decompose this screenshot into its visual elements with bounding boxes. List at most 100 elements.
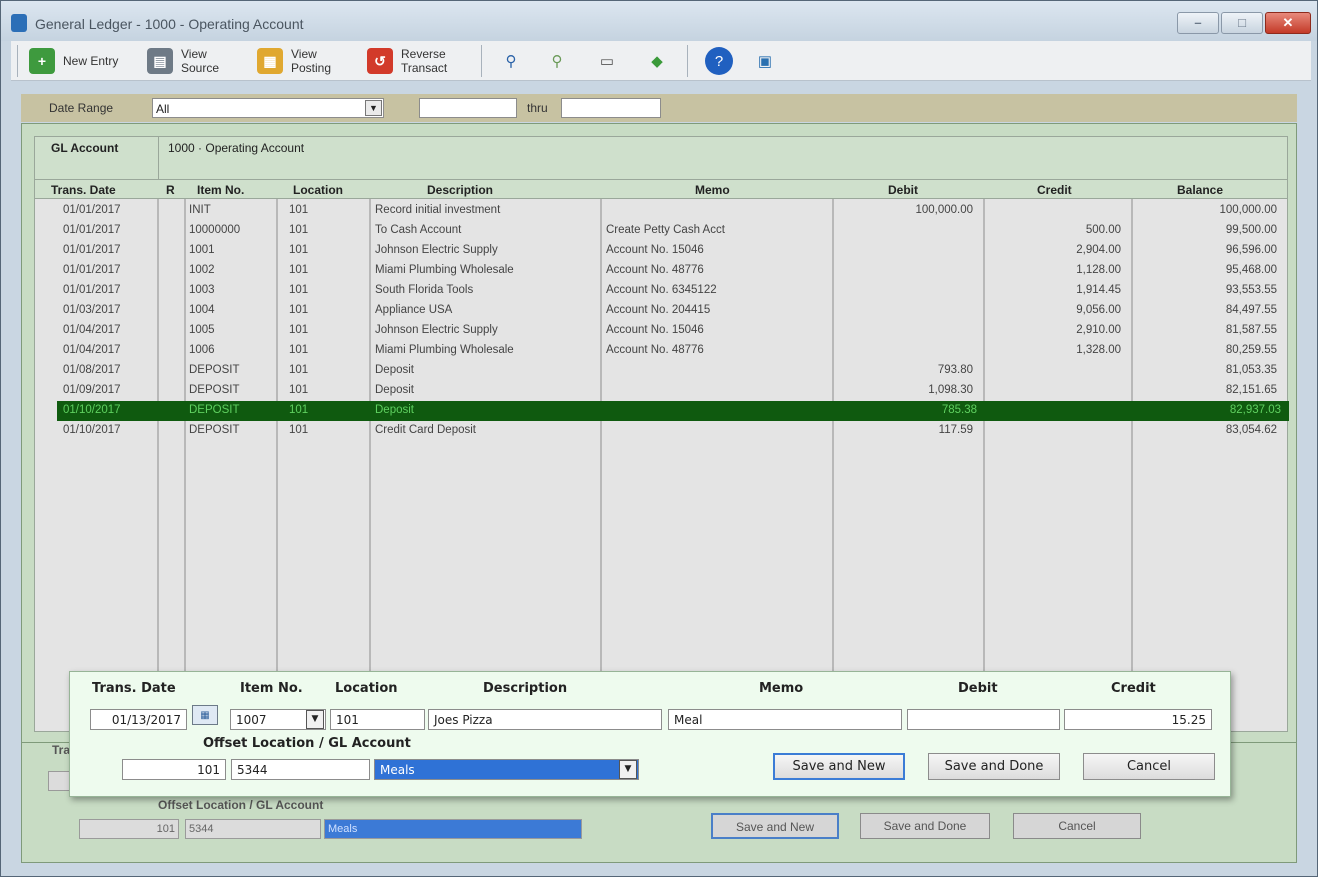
magnify-icon[interactable]: ⚲ [497,47,525,75]
view-source-button[interactable]: ▤ View Source [147,43,239,79]
cell-balance: 81,053.35 [1225,364,1277,376]
table-row[interactable]: 01/04/2017 1005 101 Johnson Electric Supply… [35,321,1287,341]
cell-location: 101 [289,424,309,436]
toolbar: + New Entry ▤ View Source ▦ View Posting… [11,41,1311,81]
view-posting-icon: ▦ [257,48,283,74]
ghost-save-new-button: Save and New [711,813,839,839]
cell-balance: 99,500.00 [1225,224,1277,236]
cell-balance: 84,497.55 [1225,304,1277,316]
cell-item-no: 1005 [189,324,215,336]
cell-description: Record initial investment [375,204,501,216]
cell-description: South Florida Tools [375,284,474,296]
offset-account-select[interactable]: Meals [374,759,639,780]
col-memo[interactable]: Memo [695,183,730,197]
chevron-down-icon[interactable]: ▼ [365,100,382,116]
table-row[interactable]: 01/10/2017 DEPOSIT 101 Deposit 785.38 82,937.… [57,401,1289,421]
toolbar-separator [17,45,18,77]
cell-debit: 793.80 [937,364,973,376]
print-icon[interactable]: ▭ [593,47,621,75]
ghost-offset-label: Offset Location / GL Account [158,798,324,812]
cell-description: Miami Plumbing Wholesale [375,344,514,356]
trans-date-input[interactable]: 01/13/2017 [90,709,187,730]
ledger-grid: GL Account 1000 · Operating Account Tran… [34,136,1289,733]
col-trans-date[interactable]: Trans. Date [51,183,116,197]
cell-item-no: DEPOSIT [189,364,240,376]
description-input[interactable]: Joes Pizza [428,709,662,730]
memo-input[interactable]: Meal [668,709,902,730]
cell-description: Johnson Electric Supply [375,244,498,256]
date-from-input[interactable] [419,98,517,118]
offset-location-input[interactable]: 101 [122,759,226,780]
col-item-no[interactable]: Item No. [197,183,244,197]
save-and-new-button[interactable]: Save and New [773,753,905,780]
cell-memo: Account No. 204415 [606,304,711,316]
cell-date: 01/10/2017 [63,424,121,436]
export-icon[interactable]: ◆ [643,47,671,75]
table-row[interactable]: 01/01/2017 10000000 101 To Cash Account Crea… [35,221,1287,241]
offset-account-input[interactable]: 5344 [231,759,370,780]
date-range-bar: Date Range All ▼ thru [21,94,1297,122]
view-posting-button[interactable]: ▦ View Posting [257,43,349,79]
cell-description: Miami Plumbing Wholesale [375,264,514,276]
table-row[interactable]: 01/01/2017 1003 101 South Florida Tools Acco… [35,281,1287,301]
credit-input[interactable]: 15.25 [1064,709,1212,730]
table-row[interactable]: 01/03/2017 1004 101 Appliance USA Account No… [35,301,1287,321]
debit-input[interactable] [907,709,1060,730]
table-row[interactable]: 01/10/2017 DEPOSIT 101 Credit Card Deposit 1… [35,421,1287,441]
cell-date: 01/01/2017 [63,244,121,256]
table-row[interactable]: 01/04/2017 1006 101 Miami Plumbing Wholesal… [35,341,1287,361]
table-row[interactable]: 01/01/2017 INIT 101 Record initial investme… [35,201,1287,221]
cell-item-no: DEPOSIT [189,384,240,396]
calendar-icon[interactable]: ▦ [192,705,218,725]
col-balance[interactable]: Balance [1177,183,1223,197]
minimize-button[interactable]: – [1177,12,1219,34]
exit-icon[interactable]: ▣ [751,47,779,75]
location-label: Location [335,681,398,696]
cell-balance: 95,468.00 [1225,264,1277,276]
chevron-down-icon[interactable]: ▼ [306,710,324,729]
cell-debit: 117.59 [938,424,973,436]
cell-balance: 82,937.03 [1229,404,1281,416]
memo-label: Memo [759,681,804,696]
help-icon[interactable]: ? [705,47,733,75]
save-and-done-button[interactable]: Save and Done [928,753,1060,780]
cell-balance: 96,596.00 [1225,244,1277,256]
new-entry-button[interactable]: + New Entry [29,43,121,79]
table-row[interactable]: 01/01/2017 1002 101 Miami Plumbing Wholesal… [35,261,1287,281]
date-to-input[interactable] [561,98,661,118]
col-debit[interactable]: Debit [888,183,918,197]
table-row[interactable]: 01/09/2017 DEPOSIT 101 Deposit 1,098.30 82,15… [35,381,1287,401]
table-row[interactable]: 01/01/2017 1001 101 Johnson Electric Supply… [35,241,1287,261]
location-input[interactable]: 101 [330,709,425,730]
cell-item-no: INIT [189,204,211,216]
magnify-next-icon[interactable]: ⚲ [543,47,571,75]
cell-memo: Account No. 48776 [606,344,704,356]
cell-description: Deposit [375,384,414,396]
cancel-button[interactable]: Cancel [1083,753,1215,780]
chevron-down-icon[interactable]: ▼ [619,760,637,779]
ghost-location-input: 101 [79,819,179,839]
cell-item-no: 1003 [189,284,215,296]
reverse-transact-button[interactable]: ↺ Reverse Transact [367,43,459,79]
minimize-icon: – [1194,15,1202,30]
column-header-row: Trans. Date R Item No. Location Descript… [35,179,1287,199]
close-button[interactable]: ✕ [1265,12,1311,34]
col-r[interactable]: R [166,183,175,197]
date-range-select[interactable]: All ▼ [152,98,384,118]
cell-balance: 82,151.65 [1225,384,1277,396]
view-posting-label: View Posting [291,47,332,75]
cell-location: 101 [289,364,309,376]
cell-balance: 81,587.55 [1225,324,1277,336]
cell-date: 01/03/2017 [63,304,121,316]
cell-location: 101 [289,244,309,256]
cell-credit: 9,056.00 [1076,304,1121,316]
date-range-value: All [156,102,170,116]
cell-location: 101 [289,264,309,276]
col-credit[interactable]: Credit [1037,183,1072,197]
maximize-button[interactable]: □ [1221,12,1263,34]
cell-debit: 1,098.30 [928,384,973,396]
col-description[interactable]: Description [427,183,493,197]
table-row[interactable]: 01/08/2017 DEPOSIT 101 Deposit 793.80 81,053.… [35,361,1287,381]
cell-item-no: 1004 [189,304,215,316]
col-location[interactable]: Location [293,183,343,197]
